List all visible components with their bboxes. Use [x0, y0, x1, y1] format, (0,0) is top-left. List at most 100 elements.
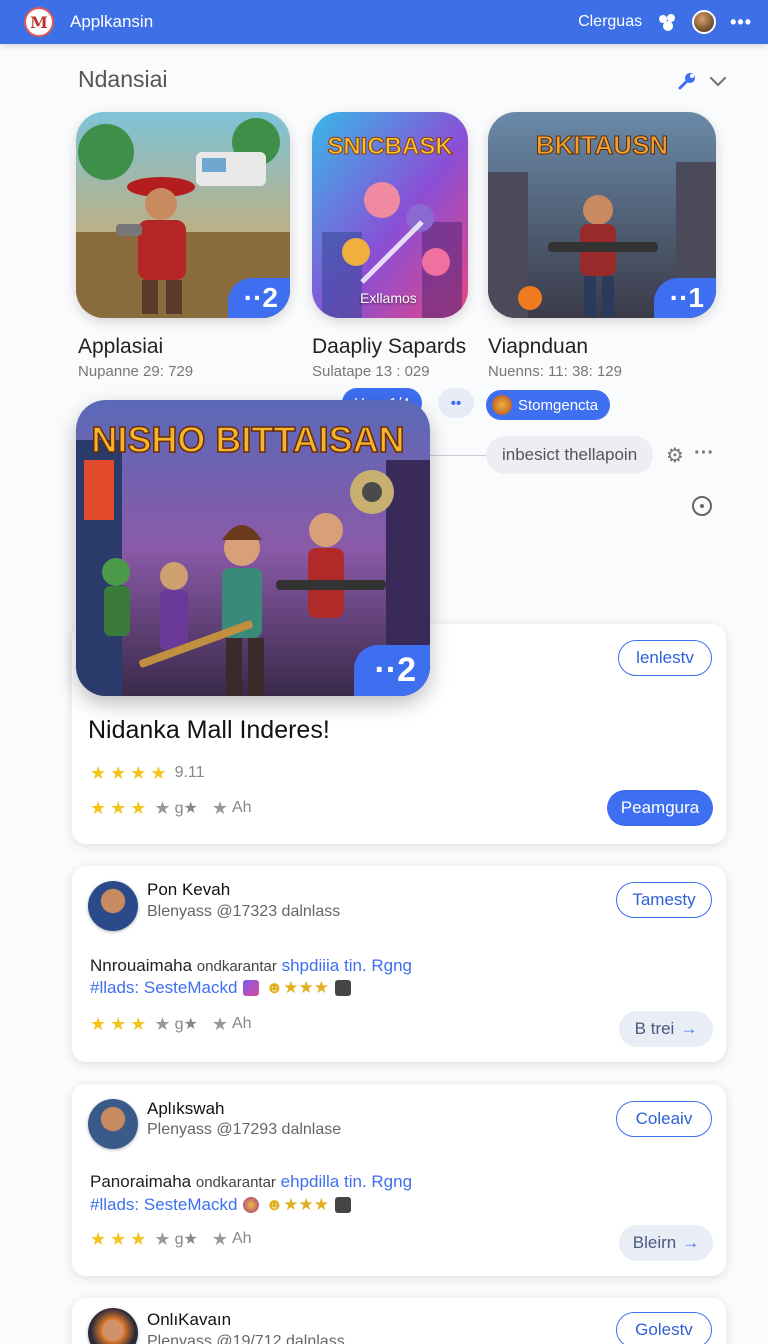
review-text: Nnrouaimaha ondkarantar shpdiiia tin. Rg… — [90, 956, 412, 976]
app-logo-text: M — [30, 12, 48, 32]
follow-button[interactable]: Tamesty — [616, 882, 712, 918]
inline-search-pill[interactable]: inbesict thellapoin — [486, 436, 654, 474]
divider-line — [430, 455, 486, 456]
star-icon: ★ — [211, 798, 228, 818]
sub-rating-b: Ah — [231, 1230, 252, 1247]
more-options-icon[interactable]: ··· — [694, 442, 714, 465]
avatar[interactable] — [88, 881, 138, 931]
star-icon: ★ — [110, 798, 127, 818]
community-icon[interactable] — [656, 11, 678, 33]
featured-logo-text: NISHO BITTAISAN — [91, 419, 404, 460]
badge-icon — [243, 980, 260, 996]
review-meta: Plenyass @19/712 dalnlass — [147, 1333, 345, 1344]
star-icon: ★ — [90, 763, 107, 783]
reviewer-name[interactable]: Pon Kevah — [147, 880, 230, 900]
star-icon: ★ — [90, 798, 107, 818]
review-meta: Blenyass @17323 dalnlass — [147, 903, 341, 920]
sub-rating-a: g★ — [174, 800, 198, 817]
featured-title: Nidanka Mall Inderes! — [88, 716, 330, 744]
reviewer-name[interactable]: OnlıKavaın — [147, 1310, 231, 1330]
featured-primary-button[interactable]: Peamgura — [607, 790, 713, 826]
featured-rating: ★ ★ ★ ★ 9.11 — [90, 764, 205, 782]
star-icon: ★ — [130, 1014, 147, 1034]
follow-button[interactable]: Golestv — [616, 1312, 712, 1344]
game-name[interactable]: Daapliy Sapards — [312, 335, 466, 359]
emoji-icon: ☻★★★ — [265, 978, 330, 997]
hashtag[interactable]: #llads: SesteMackd — [90, 978, 237, 998]
chevron-down-icon[interactable] — [708, 71, 728, 96]
game-meta: Sulatape 13 : 029 — [312, 363, 430, 380]
featured-badge: ··2 — [354, 645, 430, 696]
strategy-icon — [492, 395, 512, 415]
game-art-2: SNICBASK — [312, 112, 468, 318]
review-link[interactable]: ehpdilla tin. Rgng — [281, 1172, 412, 1191]
info-icon[interactable] — [692, 496, 712, 516]
sub-rating-b: Ah — [231, 799, 252, 816]
arrow-right-icon: → — [680, 1019, 698, 1038]
image-icon — [335, 980, 352, 996]
game-name[interactable]: Viapnduan — [488, 335, 588, 359]
gear-icon[interactable]: ⚙ — [666, 443, 684, 468]
review-text-sub: ondkarantar — [196, 958, 277, 975]
emoji-icon: ☻★★★ — [265, 1195, 330, 1214]
user-avatar[interactable] — [692, 10, 717, 34]
game-meta: Nupanne 29: 729 — [78, 363, 194, 380]
review-rating: ★ ★ ★ ★ g★ ★ Ah — [90, 1014, 252, 1034]
game-tile-2[interactable]: SNICBASK Exllamos — [312, 112, 468, 318]
featured-outline-button[interactable]: lenlestv — [618, 640, 712, 676]
strategy-pill[interactable]: Stomgencta — [486, 390, 611, 420]
star-icon: ★ — [110, 763, 127, 783]
star-icon: ★ — [110, 1014, 127, 1034]
rating-value: 9.11 — [174, 764, 205, 781]
tile-badge: ··1 — [653, 278, 716, 318]
star-icon: ★ — [130, 798, 147, 818]
more-pill[interactable]: •• — [438, 388, 474, 418]
nav-link[interactable]: Clerguas — [578, 13, 642, 31]
game-meta: Nuenns: 11: 38: 129 — [488, 363, 622, 380]
arrow-right-icon: → — [682, 1233, 700, 1252]
strategy-label: Stomgencta — [518, 396, 599, 414]
review-action-button[interactable]: Bleirn → — [619, 1225, 713, 1261]
star-icon: ★ — [130, 1229, 147, 1249]
game-tile-3[interactable]: BKITAUSN ··1 — [488, 112, 716, 318]
review-rating: ★ ★ ★ ★ g★ ★ Ah — [90, 1229, 252, 1249]
avatar[interactable] — [88, 1099, 138, 1149]
review-link[interactable]: shpdiiia tin. Rgng — [282, 956, 412, 975]
image-icon — [335, 1197, 352, 1213]
wrench-icon[interactable] — [676, 70, 698, 97]
sub-rating-a: g★ — [174, 1231, 198, 1248]
more-menu-icon[interactable]: ••• — [730, 12, 752, 33]
hashtag[interactable]: #llads: SesteMackd — [90, 1195, 237, 1215]
star-icon: ★ — [150, 763, 167, 783]
review-text-sub: ondkarantar — [195, 1174, 276, 1191]
tile-badge: ··2 — [227, 278, 290, 318]
star-icon: ★ — [130, 763, 147, 783]
emoji-face-icon — [243, 1197, 260, 1213]
game-logo-text: SNICBASK — [327, 133, 453, 160]
sub-rating-b: Ah — [231, 1015, 252, 1032]
star-icon: ★ — [154, 798, 171, 818]
review-action-button[interactable]: B trei → — [619, 1011, 713, 1047]
star-icon: ★ — [110, 1229, 127, 1249]
featured-game-art[interactable]: NISHO BITTAISAN ··2 — [76, 400, 430, 696]
star-icon: ★ — [154, 1229, 171, 1249]
game-name[interactable]: Applasiai — [78, 335, 163, 359]
top-app-bar: M Applkansin Clerguas ••• — [0, 0, 768, 44]
follow-button[interactable]: Coleaiv — [616, 1101, 712, 1137]
app-title: Applkansin — [70, 12, 154, 31]
star-icon: ★ — [211, 1229, 228, 1249]
review-meta: Plenyass @17293 dalnlase — [147, 1121, 342, 1138]
reviewer-name[interactable]: Aplıkswah — [147, 1099, 224, 1119]
section-title: Ndansiai — [78, 66, 168, 92]
game-logo-text: BKITAUSN — [536, 130, 668, 160]
star-icon: ★ — [90, 1014, 107, 1034]
review-text: Panoraimaha ondkarantar ehpdilla tin. Rg… — [90, 1172, 412, 1192]
app-logo[interactable]: M — [24, 7, 54, 37]
top-actions: Clerguas ••• — [578, 10, 752, 34]
star-icon: ★ — [154, 1014, 171, 1034]
review-action-label: B trei — [634, 1019, 675, 1038]
sub-rating-a: g★ — [174, 1016, 198, 1033]
review-text-main: Nnrouaimaha — [90, 956, 193, 975]
game-tile-1[interactable]: ··2 — [76, 112, 290, 318]
review-tags: #llads: SesteMackd ☻★★★ — [90, 978, 352, 998]
